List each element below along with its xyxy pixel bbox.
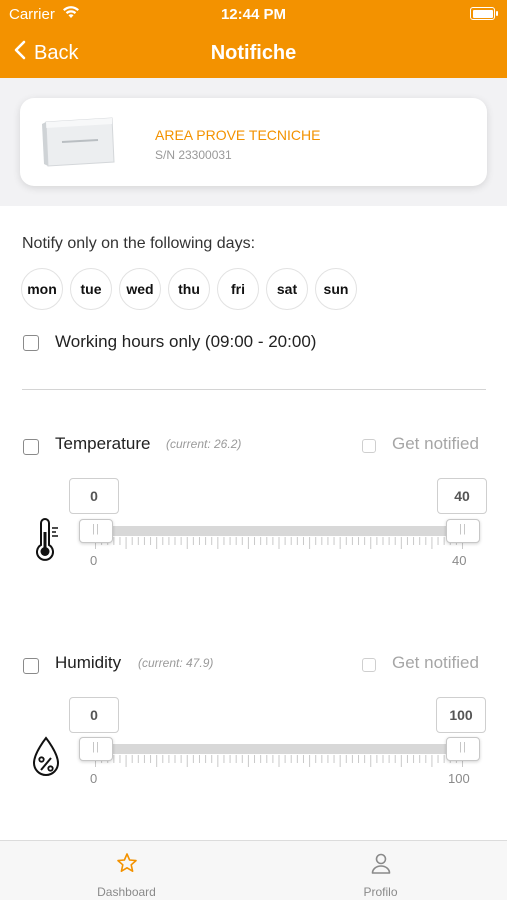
working-hours-label: Working hours only (09:00 - 20:00) [55, 332, 317, 351]
temperature-get-notified-label: Get notified [392, 434, 479, 453]
page-title: Notifiche [210, 42, 297, 64]
humidity-get-notified-label: Get notified [392, 653, 479, 672]
device-serial: S/N 23300031 [155, 148, 232, 162]
humidity-label: Humidity [55, 653, 122, 672]
humidity-max-handle[interactable] [446, 737, 480, 761]
temperature-scale-min: 0 [90, 553, 98, 568]
day-selector: mon tue wed thu fri sat sun [21, 268, 357, 310]
temperature-get-notified-checkbox[interactable] [362, 439, 376, 453]
temperature-label: Temperature [55, 434, 151, 453]
humidity-drop-icon [30, 735, 62, 784]
humidity-slider-ticks [95, 755, 463, 767]
person-icon [370, 852, 392, 879]
status-bar: Carrier 12:44 PM [0, 0, 507, 30]
day-toggle-sun[interactable]: sun [315, 268, 357, 310]
temperature-slider-ticks [95, 537, 463, 549]
device-section: AREA PROVE TECNICHE S/N 23300031 [0, 78, 507, 206]
day-toggle-wed[interactable]: wed [119, 268, 161, 310]
days-label: Notify only on the following days: [22, 235, 256, 252]
humidity-get-notified-checkbox[interactable] [362, 658, 376, 672]
temperature-max-handle[interactable] [446, 519, 480, 543]
thermometer-icon [32, 518, 62, 567]
star-icon [116, 852, 138, 879]
device-card[interactable]: AREA PROVE TECNICHE S/N 23300031 [20, 98, 487, 186]
humidity-max-input[interactable]: 100 [436, 697, 486, 733]
day-toggle-tue[interactable]: tue [70, 268, 112, 310]
tab-bar: Dashboard Profilo [0, 840, 507, 900]
tab-dashboard[interactable]: Dashboard [0, 841, 253, 900]
humidity-scale-max: 100 [448, 771, 470, 786]
humidity-slider-track[interactable] [95, 744, 463, 754]
nav-bar: Back Notifiche [0, 30, 507, 78]
day-toggle-fri[interactable]: fri [217, 268, 259, 310]
temperature-min-handle[interactable] [79, 519, 113, 543]
day-toggle-sat[interactable]: sat [266, 268, 308, 310]
device-image [40, 116, 118, 168]
temperature-checkbox[interactable] [23, 439, 39, 455]
day-toggle-mon[interactable]: mon [21, 268, 63, 310]
tab-dashboard-label: Dashboard [97, 885, 156, 899]
humidity-scale-min: 0 [90, 771, 98, 786]
day-toggle-thu[interactable]: thu [168, 268, 210, 310]
device-name: AREA PROVE TECNICHE [155, 127, 321, 143]
temperature-scale-max: 40 [452, 553, 467, 568]
tab-profilo[interactable]: Profilo [254, 841, 507, 900]
humidity-min-handle[interactable] [79, 737, 113, 761]
divider [22, 389, 486, 390]
humidity-current: (current: 47.9) [138, 656, 214, 670]
temperature-slider-track[interactable] [95, 526, 463, 536]
temperature-min-input[interactable]: 0 [69, 478, 119, 514]
temperature-current: (current: 26.2) [166, 437, 242, 451]
working-hours-checkbox[interactable] [23, 335, 39, 351]
humidity-checkbox[interactable] [23, 658, 39, 674]
battery-icon [470, 7, 498, 20]
humidity-min-input[interactable]: 0 [69, 697, 119, 733]
clock: 12:44 PM [220, 6, 287, 23]
temperature-max-input[interactable]: 40 [437, 478, 487, 514]
tab-profilo-label: Profilo [363, 885, 398, 899]
